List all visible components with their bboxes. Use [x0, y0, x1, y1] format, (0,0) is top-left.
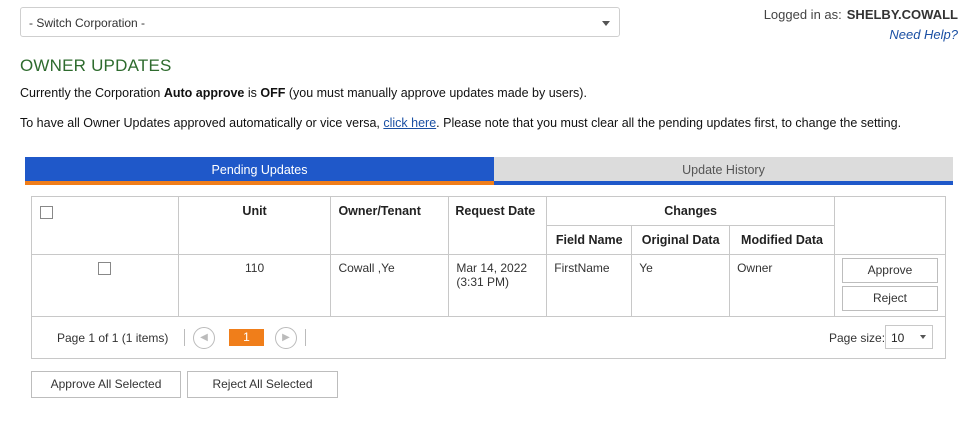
- username: SHELBY.COWALL: [846, 7, 958, 22]
- modified-data-cell: Owner: [729, 254, 835, 317]
- row-actions-cell: Approve Reject: [833, 254, 947, 317]
- auto-approve-instructions: To have all Owner Updates approved autom…: [20, 116, 901, 130]
- switch-corporation-select[interactable]: - Switch Corporation -: [20, 7, 620, 37]
- page-size-select[interactable]: 10: [885, 325, 933, 349]
- owner-cell: Cowall ,Ye: [330, 254, 450, 317]
- modified-data-header[interactable]: Modified Data: [729, 225, 835, 255]
- chevron-down-icon: [602, 21, 610, 26]
- login-info: Logged in as: SHELBY.COWALL: [764, 7, 958, 22]
- logged-in-label: Logged in as:: [763, 7, 842, 22]
- page-title: OWNER UPDATES: [20, 56, 172, 75]
- tab-update-history[interactable]: Update History: [494, 157, 953, 185]
- prev-page-icon[interactable]: ◀: [193, 327, 215, 349]
- pager: Page 1 of 1 (1 items) ◀ 1 ▶ Page size: 1…: [31, 317, 946, 359]
- pending-updates-table: Unit Owner/Tenant Request Date Changes F…: [31, 196, 947, 317]
- instructions-text-2: . Please note that you must clear all th…: [436, 116, 902, 130]
- status-text-1: Currently the Corporation: [20, 86, 164, 100]
- table-row: 110 Cowall ,Ye Mar 14, 2022 (3:31 PM) Fi…: [31, 254, 947, 317]
- original-data-header[interactable]: Original Data: [631, 225, 731, 255]
- pager-divider: [305, 329, 306, 346]
- unit-cell: 110: [177, 254, 332, 317]
- pager-info: Page 1 of 1 (1 items): [57, 331, 169, 345]
- unit-header[interactable]: Unit: [177, 196, 332, 255]
- select-all-header: [31, 196, 179, 255]
- switch-corporation-value: - Switch Corporation -: [29, 16, 146, 30]
- auto-approve-label: Auto approve: [163, 86, 245, 100]
- chevron-down-icon: [920, 335, 926, 339]
- field-name-cell: FirstName: [546, 254, 633, 317]
- auto-approve-value: OFF: [260, 86, 286, 100]
- reject-all-selected-button[interactable]: Reject All Selected: [187, 371, 338, 398]
- request-date-header[interactable]: Request Date: [448, 196, 548, 255]
- changes-header: Changes: [546, 196, 835, 226]
- row-select-cell: [31, 254, 179, 317]
- instructions-text-1: To have all Owner Updates approved autom…: [20, 116, 384, 130]
- page-size-label: Page size:: [829, 331, 886, 345]
- next-page-icon[interactable]: ▶: [275, 327, 297, 349]
- original-data-cell: Ye: [631, 254, 731, 317]
- reject-button[interactable]: Reject: [841, 286, 938, 311]
- select-all-checkbox[interactable]: [40, 206, 53, 219]
- request-date-cell: Mar 14, 2022 (3:31 PM): [448, 254, 548, 317]
- auto-approve-status: Currently the Corporation Auto approve i…: [20, 86, 587, 100]
- status-text-2: is: [244, 86, 261, 100]
- need-help-link[interactable]: Need Help?: [889, 27, 958, 42]
- click-here-link[interactable]: click here: [383, 116, 436, 130]
- pager-divider: [184, 329, 185, 346]
- row-checkbox[interactable]: [98, 262, 112, 275]
- page-size-value: 10: [891, 331, 905, 345]
- request-date: Mar 14, 2022: [456, 261, 528, 275]
- request-time: (3:31 PM): [456, 275, 510, 289]
- field-name-header[interactable]: Field Name: [546, 225, 633, 255]
- approve-button[interactable]: Approve: [841, 258, 938, 283]
- status-text-3: (you must manually approve updates made …: [285, 86, 587, 100]
- current-page-button[interactable]: 1: [229, 329, 264, 346]
- approve-all-selected-button[interactable]: Approve All Selected: [31, 371, 181, 398]
- actions-header: [833, 196, 947, 255]
- tab-pending-updates[interactable]: Pending Updates: [25, 157, 494, 185]
- owner-header[interactable]: Owner/Tenant: [330, 196, 450, 255]
